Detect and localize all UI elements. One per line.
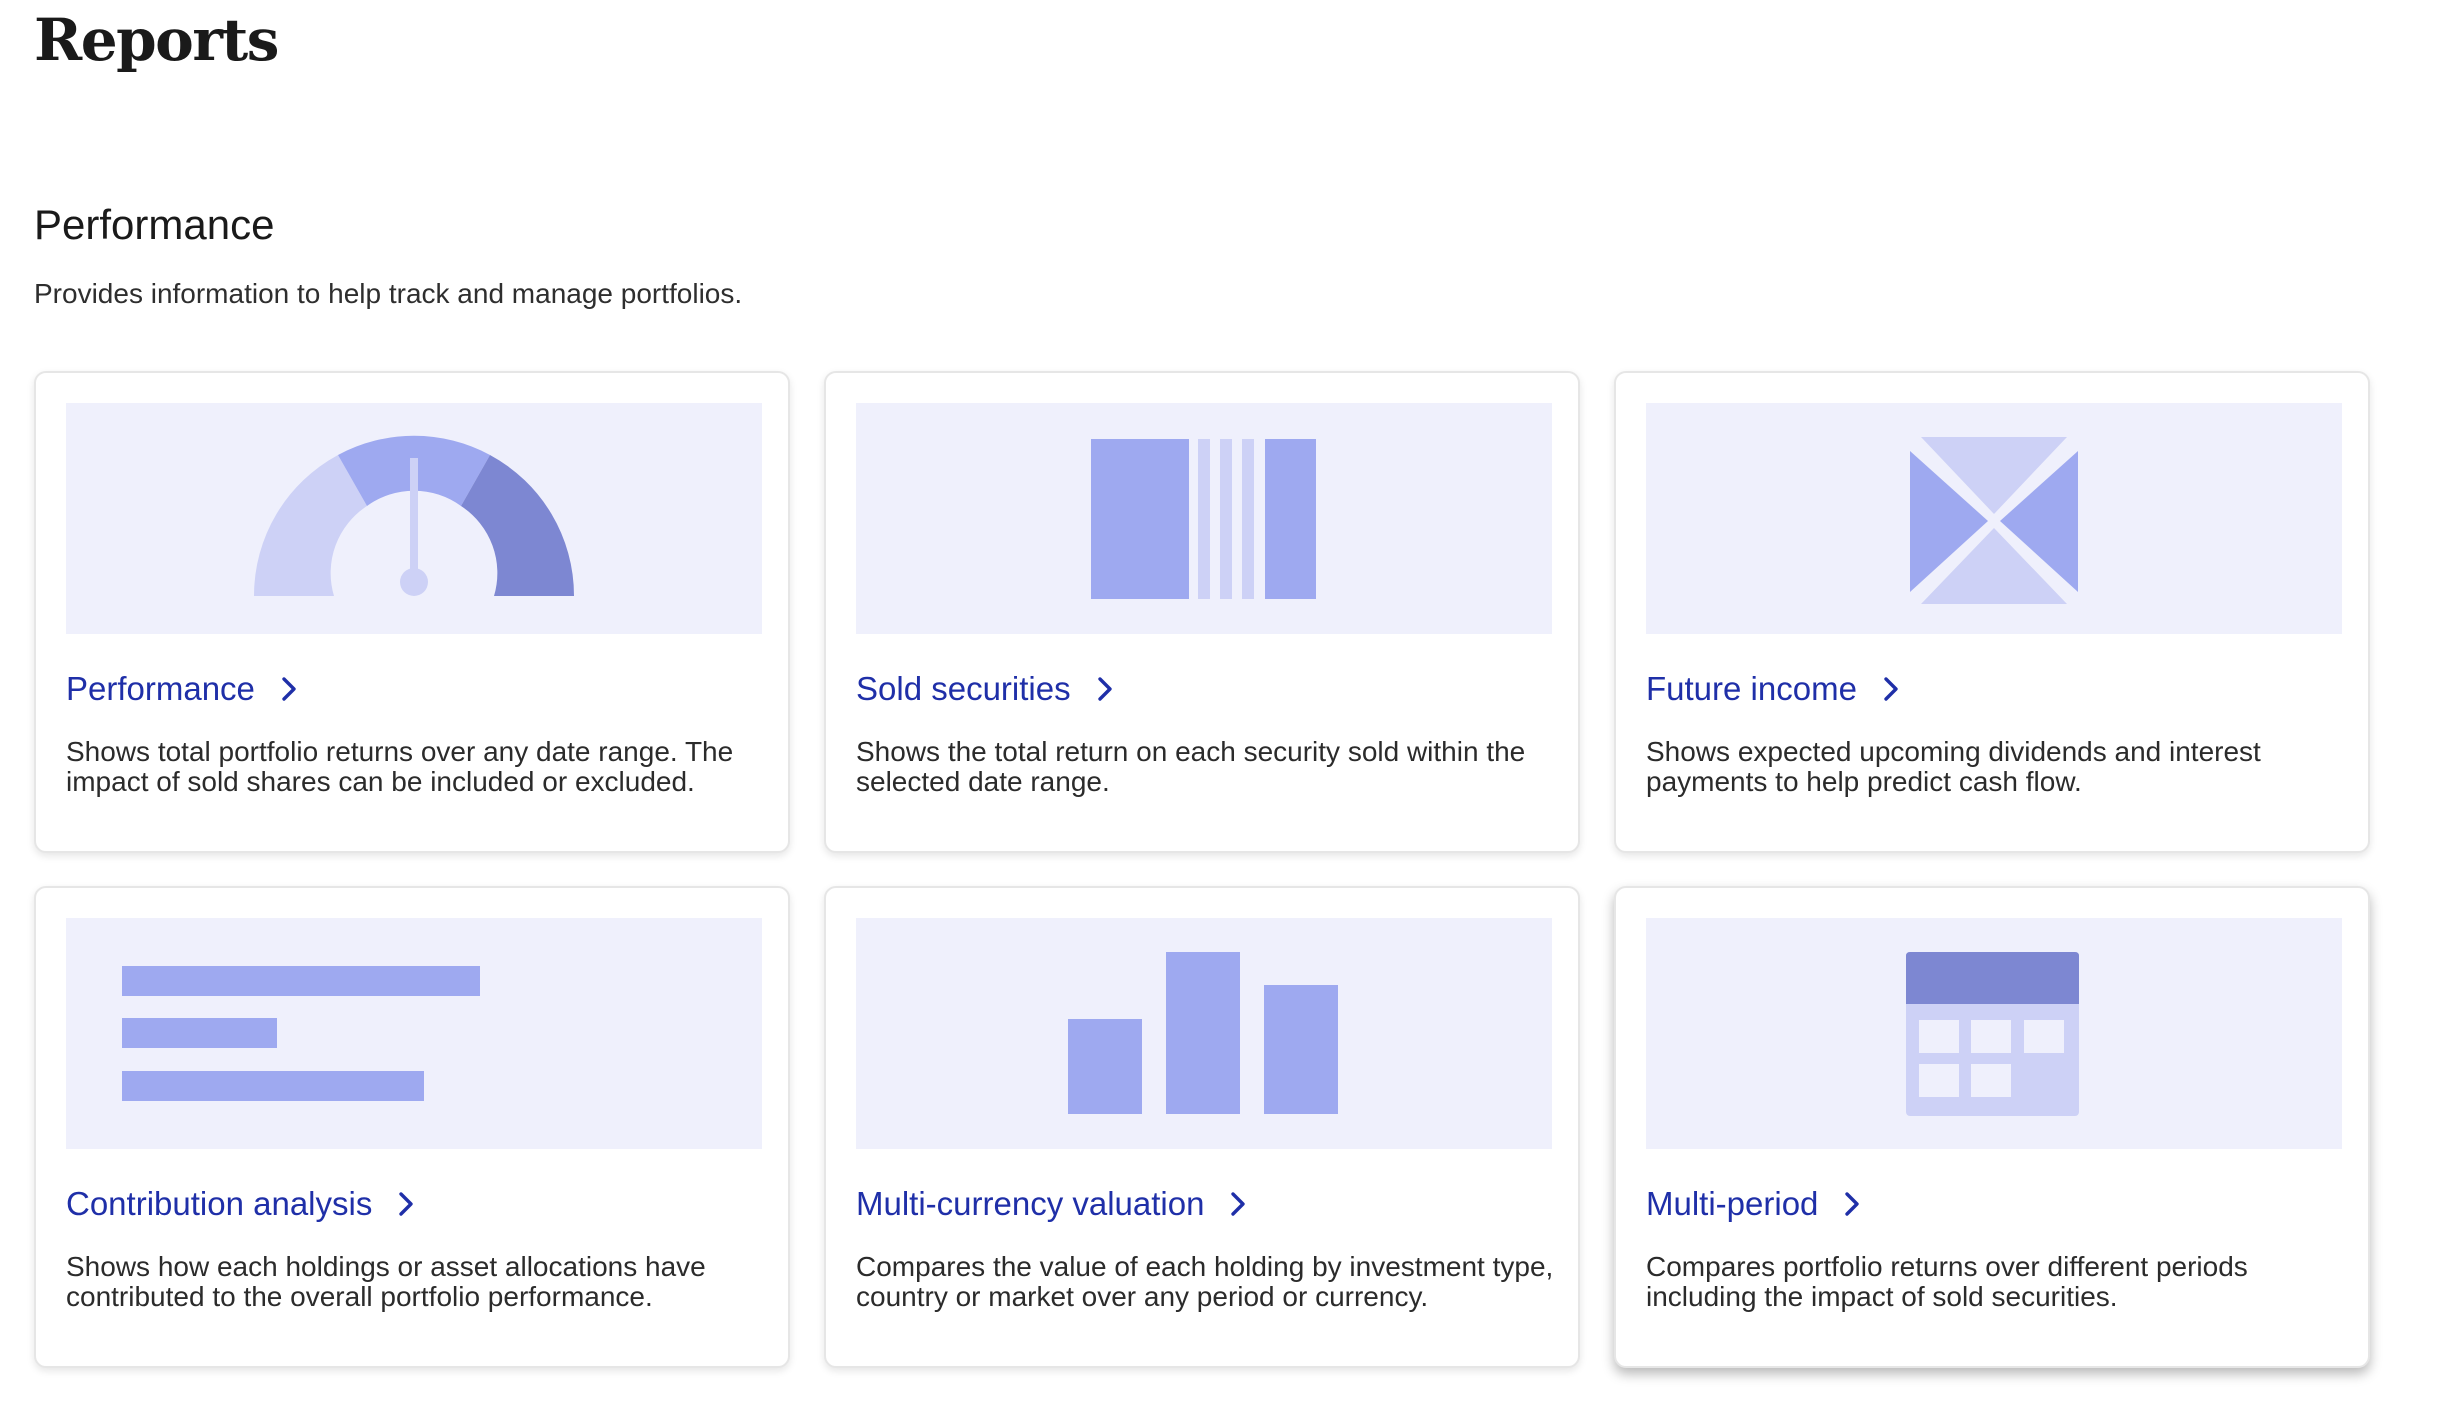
report-link-label: Performance: [66, 670, 255, 707]
barcode-bars-illustration: [856, 403, 1552, 634]
report-description: Compares portfolio returns over differen…: [1646, 1251, 2248, 1312]
report-card-contribution-analysis[interactable]: Contribution analysis Shows how each hol…: [34, 886, 790, 1368]
report-link-contribution-analysis[interactable]: Contribution analysis: [66, 1182, 420, 1226]
report-link-label: Future income: [1646, 670, 1857, 707]
report-card-multi-period[interactable]: Multi-period Compares portfolio returns …: [1614, 886, 2370, 1368]
report-card-future-income[interactable]: Future income Shows expected upcoming di…: [1614, 371, 2370, 853]
gauge-illustration: [66, 403, 762, 634]
report-link-sold-securities[interactable]: Sold securities: [856, 667, 1119, 711]
report-description: Shows how each holdings or asset allocat…: [66, 1251, 706, 1312]
page-title: Reports: [34, 6, 279, 74]
report-link-label: Multi-period: [1646, 1185, 1819, 1222]
calendar-illustration: [1646, 918, 2342, 1149]
report-link-future-income[interactable]: Future income: [1646, 667, 1905, 711]
report-link-label: Sold securities: [856, 670, 1071, 707]
report-description: Compares the value of each holding by in…: [856, 1251, 1554, 1312]
report-card-multi-currency-valuation[interactable]: Multi-currency valuation Compares the va…: [824, 886, 1580, 1368]
report-description: Shows the total return on each security …: [856, 736, 1526, 797]
report-link-performance[interactable]: Performance: [66, 667, 303, 711]
section-title: Performance: [34, 201, 275, 248]
chevron-right-icon: [275, 675, 303, 703]
chevron-right-icon: [1877, 675, 1905, 703]
report-link-label: Multi-currency valuation: [856, 1185, 1205, 1222]
horizontal-bars-illustration: [66, 918, 762, 1149]
chevron-right-icon: [1224, 1190, 1252, 1218]
section-description: Provides information to help track and m…: [34, 278, 743, 309]
report-card-performance[interactable]: Performance Shows total portfolio return…: [34, 371, 790, 853]
report-link-multi-currency-valuation[interactable]: Multi-currency valuation: [856, 1182, 1252, 1226]
report-description: Shows total portfolio returns over any d…: [66, 736, 734, 797]
report-card-sold-securities[interactable]: Sold securities Shows the total return o…: [824, 371, 1580, 853]
vertical-bars-illustration: [856, 918, 1552, 1149]
report-link-multi-period[interactable]: Multi-period: [1646, 1182, 1866, 1226]
envelope-x-illustration: [1646, 403, 2342, 634]
report-description: Shows expected upcoming dividends and in…: [1646, 736, 2261, 797]
chevron-right-icon: [1838, 1190, 1866, 1218]
chevron-right-icon: [1091, 675, 1119, 703]
report-link-label: Contribution analysis: [66, 1185, 373, 1222]
chevron-right-icon: [392, 1190, 420, 1218]
